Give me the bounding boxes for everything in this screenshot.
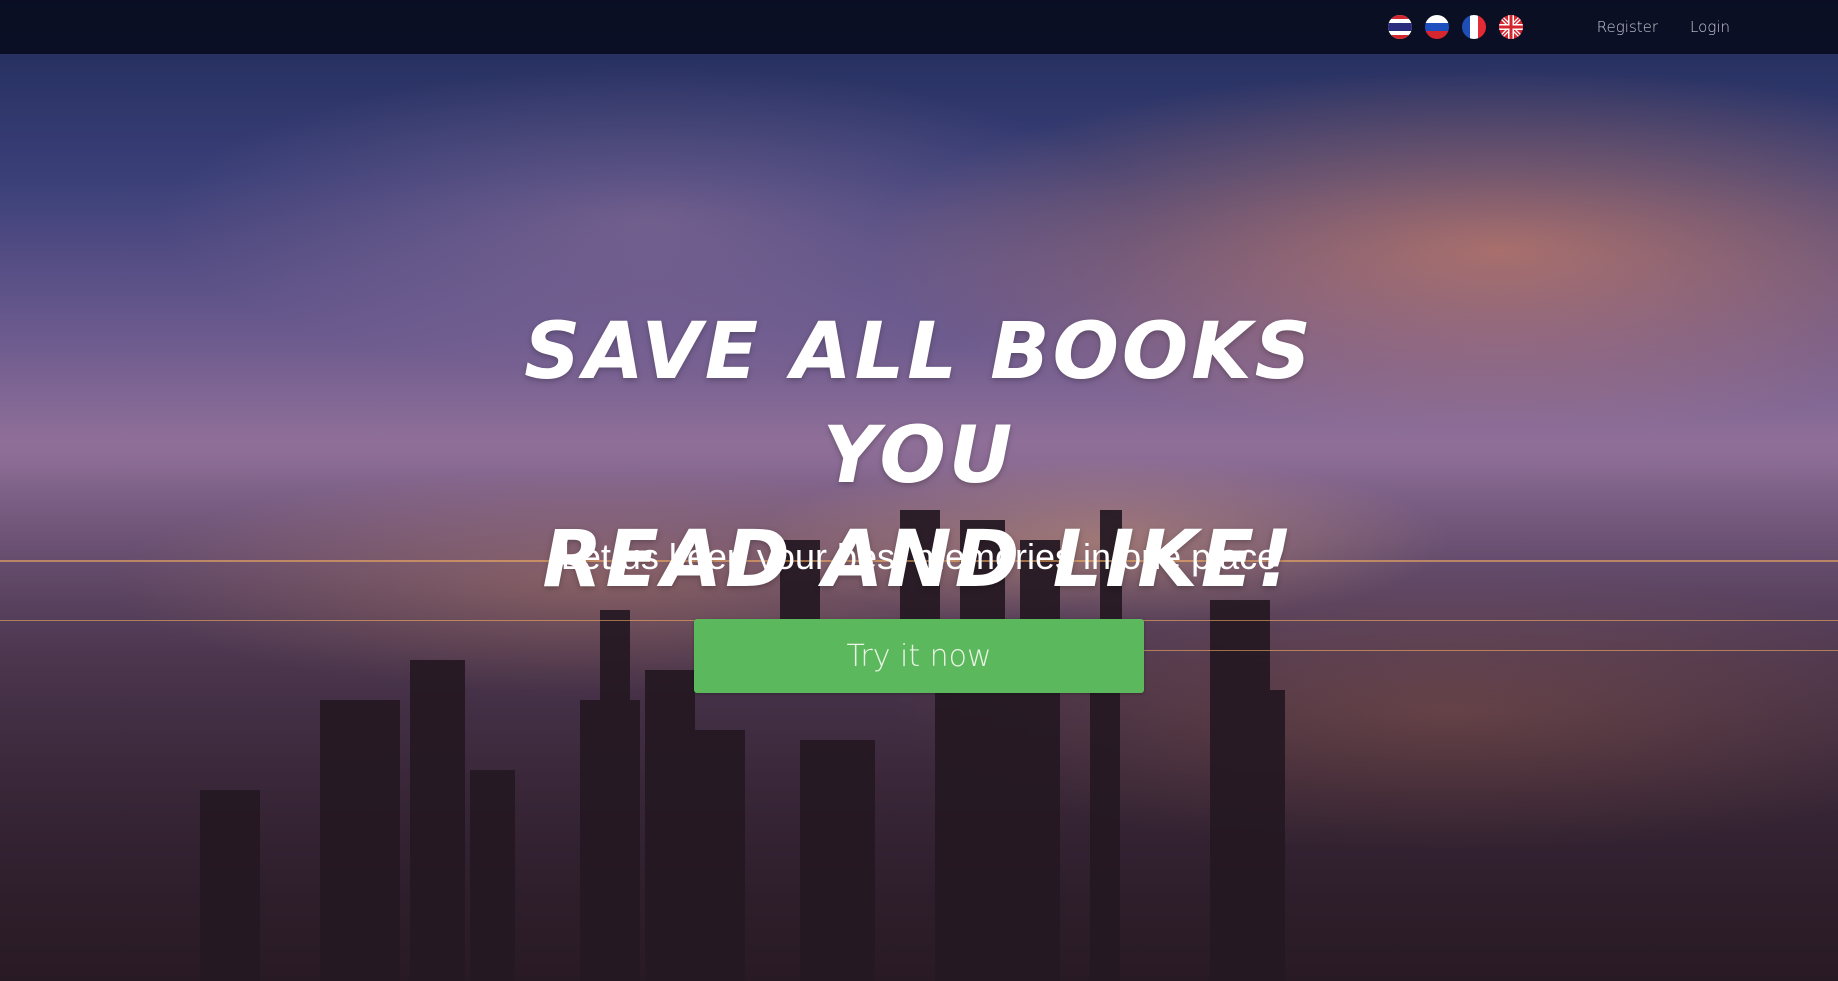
hero-subtitle: Let us keep your best memories in one pl… <box>560 536 1278 577</box>
try-it-now-button[interactable]: Try it now <box>694 619 1144 693</box>
russia-flag-icon[interactable] <box>1424 15 1449 39</box>
hero-headline-line-1: SAVE ALL BOOKS YOU <box>524 307 1314 501</box>
thailand-flag-icon[interactable] <box>1387 15 1412 39</box>
uk-flag-icon[interactable] <box>1498 15 1523 39</box>
france-flag-icon[interactable] <box>1461 15 1486 39</box>
login-link[interactable]: Login <box>1690 18 1730 36</box>
top-navbar: Register Login <box>0 0 1838 54</box>
register-link[interactable]: Register <box>1597 18 1658 36</box>
language-selector <box>1387 15 1523 39</box>
landing-page: Register Login SAVE ALL BOOKS YOU READ A… <box>0 0 1838 981</box>
